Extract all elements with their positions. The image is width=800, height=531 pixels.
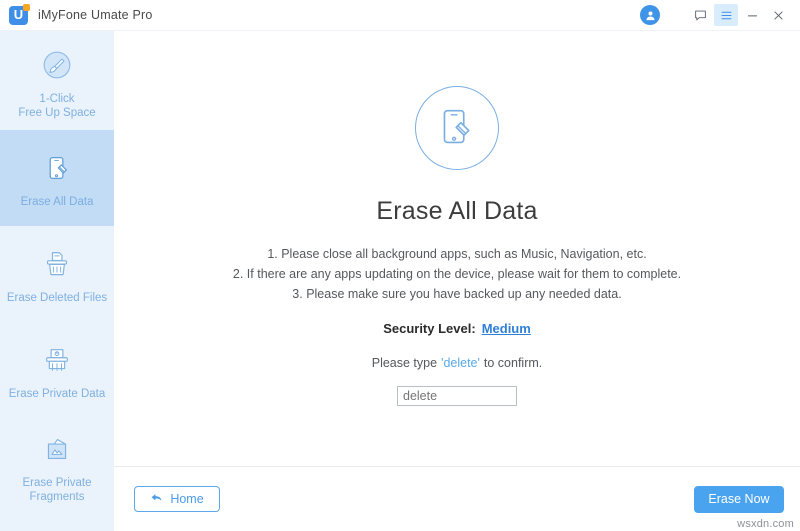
user-avatar-icon[interactable] <box>640 5 660 25</box>
back-arrow-icon <box>150 492 163 507</box>
instruction-item: 2. If there are any apps updating on the… <box>232 267 682 281</box>
sidebar-item-label: Erase All Data <box>20 195 94 208</box>
app-title: iMyFone Umate Pro <box>38 8 153 22</box>
sidebar-item-free-up-space[interactable]: 1-Click Free Up Space <box>0 34 114 130</box>
close-icon[interactable] <box>766 4 790 26</box>
page-title: Erase All Data <box>376 197 538 225</box>
confirm-instruction: Please type 'delete' to confirm. <box>372 356 543 370</box>
title-bar: U iMyFone Umate Pro <box>0 0 800 31</box>
content-area: Erase All Data 1. Please close all backg… <box>114 31 800 467</box>
sidebar-item-erase-deleted-files[interactable]: Erase Deleted Files <box>0 226 114 322</box>
erase-now-label: Erase Now <box>708 492 770 506</box>
app-logo-accent-dot <box>23 3 30 11</box>
sidebar-item-label: 1-Click Free Up Space <box>18 92 96 119</box>
erase-now-button[interactable]: Erase Now <box>694 485 784 513</box>
trash-bin-icon <box>39 244 75 284</box>
confirm-prefix: Please type <box>371 356 438 370</box>
instruction-item: 1. Please close all background apps, suc… <box>267 247 647 261</box>
sidebar-item-label: Erase Deleted Files <box>6 291 108 304</box>
confirm-delete-input[interactable] <box>397 386 517 406</box>
app-logo-letter: U <box>13 6 24 22</box>
main-panel: Erase All Data 1. Please close all backg… <box>114 31 800 531</box>
instruction-item: 3. Please make sure you have backed up a… <box>292 287 622 301</box>
instruction-list: 1. Please close all background apps, suc… <box>233 247 681 301</box>
minimize-icon[interactable] <box>740 4 764 26</box>
security-level-link[interactable]: Medium <box>482 321 531 336</box>
broom-circle-icon <box>39 45 75 85</box>
security-level-label: Security Level: <box>383 321 476 336</box>
watermark: wsxdn.com <box>737 518 794 530</box>
sidebar: 1-Click Free Up Space Erase All Data Era… <box>0 31 114 531</box>
security-level-row: Security Level: Medium <box>383 321 531 336</box>
app-window: U iMyFone Umate Pro 1-Click Free Up Spac… <box>0 0 800 531</box>
phone-eraser-icon <box>39 148 75 188</box>
window-controls <box>688 4 790 26</box>
home-button-label: Home <box>170 492 204 506</box>
sidebar-item-erase-private-data[interactable]: Erase Private Data <box>0 322 114 418</box>
sidebar-item-erase-all-data[interactable]: Erase All Data <box>0 130 114 226</box>
feedback-icon[interactable] <box>688 4 712 26</box>
menu-icon[interactable] <box>714 4 738 26</box>
footer-bar: Home Erase Now <box>114 467 800 531</box>
sidebar-item-erase-private-fragments[interactable]: Erase Private Fragments <box>0 418 114 514</box>
phone-eraser-circle-icon <box>415 86 499 170</box>
home-button[interactable]: Home <box>134 486 220 512</box>
app-logo-icon: U <box>9 3 30 25</box>
sidebar-item-label: Erase Private Fragments <box>22 476 92 503</box>
confirm-suffix: to confirm. <box>483 356 543 370</box>
sidebar-item-label: Erase Private Data <box>8 387 106 400</box>
window-body: 1-Click Free Up Space Erase All Data Era… <box>0 31 800 531</box>
shredder-icon <box>39 340 75 380</box>
folder-fragments-icon <box>39 429 75 469</box>
confirm-keyword: 'delete' <box>441 356 480 370</box>
